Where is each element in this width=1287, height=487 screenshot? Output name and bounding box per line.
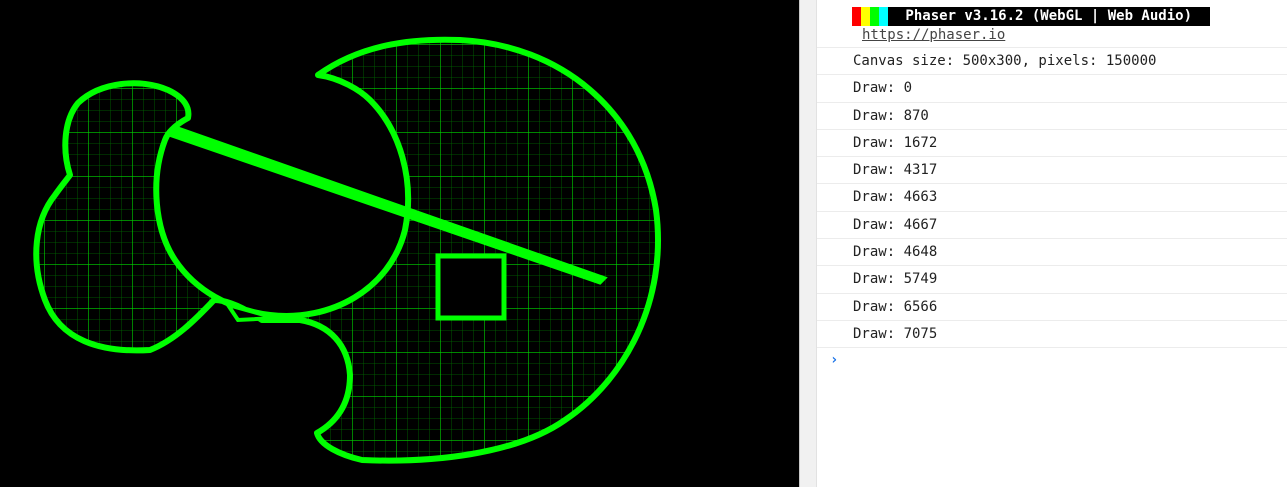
console-line: Draw: 7075	[817, 321, 1287, 349]
console-line: Draw: 6566	[817, 294, 1287, 321]
phaser-link[interactable]: https://phaser.io	[862, 27, 1005, 43]
console-line: Draw: 4317	[817, 157, 1287, 185]
console-line: Draw: 870	[817, 103, 1287, 130]
console-line: Draw: 1672	[817, 130, 1287, 158]
banner-swatch-cyan	[879, 7, 888, 26]
console-log-list: Canvas size: 500x300, pixels: 150000 Dra…	[817, 48, 1287, 349]
console-line: Draw: 5749	[817, 266, 1287, 294]
chevron-right-icon: ›	[830, 352, 839, 369]
banner-text: Phaser v3.16.2 (WebGL | Web Audio)	[888, 7, 1211, 26]
banner-swatch-red	[852, 7, 861, 26]
console-line: Draw: 4667	[817, 212, 1287, 240]
console-line: Draw: 4663	[817, 184, 1287, 212]
quadtree-shape-drawing	[33, 36, 661, 464]
console-line: Draw: 0	[817, 75, 1287, 103]
console-line: Canvas size: 500x300, pixels: 150000	[817, 48, 1287, 76]
phaser-banner: Phaser v3.16.2 (WebGL | Web Audio)	[852, 7, 1211, 26]
phaser-banner-row: Phaser v3.16.2 (WebGL | Web Audio) https…	[817, 0, 1287, 48]
banner-swatch-green	[870, 7, 879, 26]
console-prompt-row[interactable]: ›	[817, 348, 1287, 376]
game-canvas[interactable]	[0, 0, 799, 487]
banner-swatch-yellow	[861, 7, 870, 26]
devtools-console: Phaser v3.16.2 (WebGL | Web Audio) https…	[817, 0, 1287, 487]
console-line: Draw: 4648	[817, 239, 1287, 267]
panel-divider[interactable]	[799, 0, 817, 487]
square-hole	[435, 253, 507, 321]
